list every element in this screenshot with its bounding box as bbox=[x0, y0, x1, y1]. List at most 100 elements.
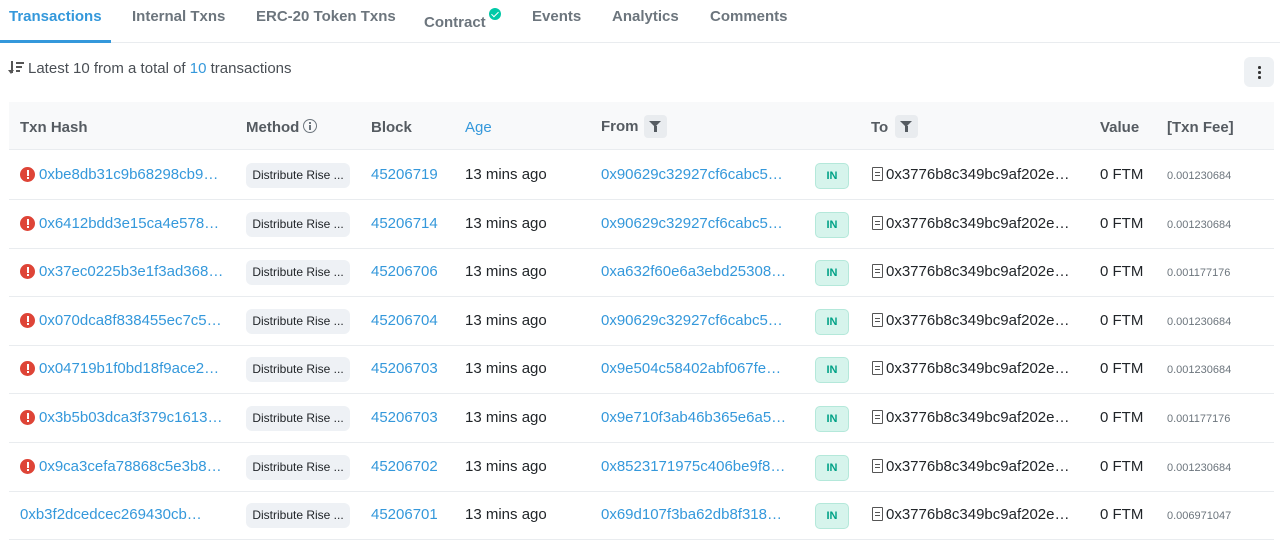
direction-badge: IN bbox=[815, 503, 849, 530]
method-badge: Distribute Rise ... bbox=[246, 503, 350, 529]
table-row: 0x04719b1f0bd18f9ace2… Distribute Rise ..… bbox=[9, 345, 1274, 395]
error-icon bbox=[20, 215, 35, 231]
contract-file-icon bbox=[872, 312, 883, 327]
to-filter-icon[interactable] bbox=[895, 115, 918, 138]
tab-transactions[interactable]: Transactions bbox=[9, 8, 102, 25]
to-address-link[interactable]: 0x3776b8c349bc9af202e… bbox=[886, 458, 1070, 475]
active-tab-indicator bbox=[0, 40, 111, 43]
to-address-link[interactable]: 0x3776b8c349bc9af202e… bbox=[886, 166, 1070, 183]
header-txn-fee[interactable]: [Txn Fee] bbox=[1167, 119, 1234, 136]
to-address-link[interactable]: 0x3776b8c349bc9af202e… bbox=[886, 263, 1070, 280]
txn-fee-text: 0.006971047 bbox=[1167, 510, 1232, 523]
txn-hash-link[interactable]: 0x37ec0225b3e1f3ad368… bbox=[39, 263, 223, 280]
age-text: 13 mins ago bbox=[465, 311, 547, 329]
contract-file-icon bbox=[872, 264, 883, 279]
from-filter-icon[interactable] bbox=[644, 115, 667, 138]
tab-erc20-token-txns[interactable]: ERC-20 Token Txns bbox=[256, 8, 396, 25]
direction-badge: IN bbox=[815, 308, 849, 335]
direction-badge: IN bbox=[815, 260, 849, 287]
tab-contract-label: Contract bbox=[424, 14, 486, 31]
method-badge: Distribute Rise ... bbox=[246, 454, 350, 480]
txn-hash-link[interactable]: 0x04719b1f0bd18f9ace2… bbox=[39, 360, 219, 377]
block-link[interactable]: 45206702 bbox=[371, 458, 438, 475]
block-link[interactable]: 45206703 bbox=[371, 360, 438, 377]
from-address-link[interactable]: 0x90629c32927cf6cabc5… bbox=[601, 166, 783, 183]
error-icon bbox=[20, 167, 35, 182]
summary-suffix: transactions bbox=[210, 60, 292, 77]
header-method-label: Method bbox=[246, 119, 300, 136]
header-value: Value bbox=[1100, 119, 1140, 136]
from-address-link[interactable]: 0x9e710f3ab46b365e6a5… bbox=[601, 409, 786, 426]
contract-file-icon bbox=[872, 507, 883, 522]
block-link[interactable]: 45206719 bbox=[371, 166, 438, 183]
contract-file-icon bbox=[872, 410, 883, 424]
txn-hash-link[interactable]: 0xb3f2dcedcec269430cb… bbox=[20, 506, 202, 523]
age-text: 13 mins ago bbox=[465, 166, 547, 183]
txn-hash-link[interactable]: 0xbe8db31c9b68298cb9… bbox=[39, 166, 218, 183]
age-text: 13 mins ago bbox=[465, 214, 547, 232]
txn-hash-link[interactable]: 0x6412bdd3e15ca4e578… bbox=[39, 215, 219, 232]
from-address-link[interactable]: 0x8523171975c406be9f8… bbox=[601, 458, 785, 475]
to-address-link[interactable]: 0x3776b8c349bc9af202e… bbox=[886, 360, 1070, 377]
to-address-link[interactable]: 0x3776b8c349bc9af202e… bbox=[886, 312, 1070, 329]
method-badge: Distribute Rise ... bbox=[246, 357, 350, 383]
table-header: Txn Hash Method Block Age From To Value … bbox=[9, 102, 1274, 150]
value-text: 0 FTM bbox=[1100, 311, 1144, 329]
tab-comments[interactable]: Comments bbox=[710, 8, 788, 25]
block-link[interactable]: 45206706 bbox=[371, 263, 438, 280]
contract-file-icon bbox=[872, 167, 883, 181]
txn-fee-text: 0.001230684 bbox=[1167, 218, 1232, 231]
table-row: 0x37ec0225b3e1f3ad368… Distribute Rise ..… bbox=[9, 248, 1274, 298]
txn-hash-link[interactable]: 0x3b5b03dca3f379c1613… bbox=[39, 409, 223, 426]
info-icon[interactable] bbox=[303, 119, 318, 133]
contract-file-icon bbox=[872, 458, 883, 473]
table-row: 0x9ca3cefa78868c5e3b8… Distribute Rise ..… bbox=[9, 443, 1274, 492]
header-from: From bbox=[601, 118, 639, 135]
from-address-link[interactable]: 0x90629c32927cf6cabc5… bbox=[601, 312, 783, 329]
table-row: 0xbe8db31c9b68298cb9… Distribute Rise ...… bbox=[9, 151, 1274, 200]
value-text: 0 FTM bbox=[1100, 360, 1144, 378]
contract-file-icon bbox=[872, 361, 883, 376]
block-link[interactable]: 45206704 bbox=[371, 312, 438, 329]
txn-hash-link[interactable]: 0x070dca8f838455ec7c5… bbox=[39, 312, 222, 329]
to-address-link[interactable]: 0x3776b8c349bc9af202e… bbox=[886, 409, 1070, 426]
txn-fee-text: 0.001230684 bbox=[1167, 364, 1232, 377]
table-row: 0x070dca8f838455ec7c5… Distribute Rise ..… bbox=[9, 297, 1274, 346]
from-address-link[interactable]: 0xa632f60e6a3ebd25308… bbox=[601, 263, 786, 280]
tab-contract[interactable]: Contract bbox=[424, 8, 501, 31]
transactions-summary: Latest 10 from a total of 10 transaction… bbox=[8, 60, 292, 77]
error-icon bbox=[20, 264, 35, 280]
to-address-link[interactable]: 0x3776b8c349bc9af202e… bbox=[886, 506, 1070, 523]
more-options-button[interactable] bbox=[1244, 57, 1274, 87]
tab-analytics[interactable]: Analytics bbox=[612, 8, 679, 25]
age-text: 13 mins ago bbox=[465, 360, 547, 378]
txn-fee-text: 0.001177176 bbox=[1167, 267, 1231, 280]
block-link[interactable]: 45206714 bbox=[371, 215, 438, 232]
txn-hash-link[interactable]: 0x9ca3cefa78868c5e3b8… bbox=[39, 458, 222, 475]
block-link[interactable]: 45206703 bbox=[371, 409, 438, 426]
check-circle-icon bbox=[488, 8, 501, 20]
tab-events[interactable]: Events bbox=[532, 8, 581, 25]
summary-prefix: Latest 10 from a total of bbox=[28, 60, 186, 77]
header-to: To bbox=[871, 119, 889, 136]
table-row: 0xb3f2dcedcec269430cb… Distribute Rise ..… bbox=[9, 491, 1274, 541]
value-text: 0 FTM bbox=[1100, 409, 1144, 426]
value-text: 0 FTM bbox=[1100, 214, 1144, 232]
error-icon bbox=[20, 410, 35, 425]
from-address-link[interactable]: 0x90629c32927cf6cabc5… bbox=[601, 215, 783, 232]
txn-fee-text: 0.001230684 bbox=[1167, 315, 1232, 328]
direction-badge: IN bbox=[815, 163, 849, 189]
to-address-link[interactable]: 0x3776b8c349bc9af202e… bbox=[886, 215, 1070, 232]
from-address-link[interactable]: 0x9e504c58402abf067fe… bbox=[601, 360, 781, 377]
age-text: 13 mins ago bbox=[465, 409, 547, 426]
age-text: 13 mins ago bbox=[465, 263, 547, 281]
direction-badge: IN bbox=[815, 454, 849, 481]
header-age[interactable]: Age bbox=[465, 119, 492, 136]
txn-fee-text: 0.001230684 bbox=[1167, 170, 1232, 182]
block-link[interactable]: 45206701 bbox=[371, 506, 438, 523]
value-text: 0 FTM bbox=[1100, 263, 1144, 281]
from-address-link[interactable]: 0x69d107f3ba62db8f318… bbox=[601, 506, 782, 523]
table-row: 0x3b5b03dca3f379c1613… Distribute Rise ..… bbox=[9, 394, 1274, 443]
age-text: 13 mins ago bbox=[465, 506, 547, 524]
tab-internal-txns[interactable]: Internal Txns bbox=[132, 8, 225, 25]
